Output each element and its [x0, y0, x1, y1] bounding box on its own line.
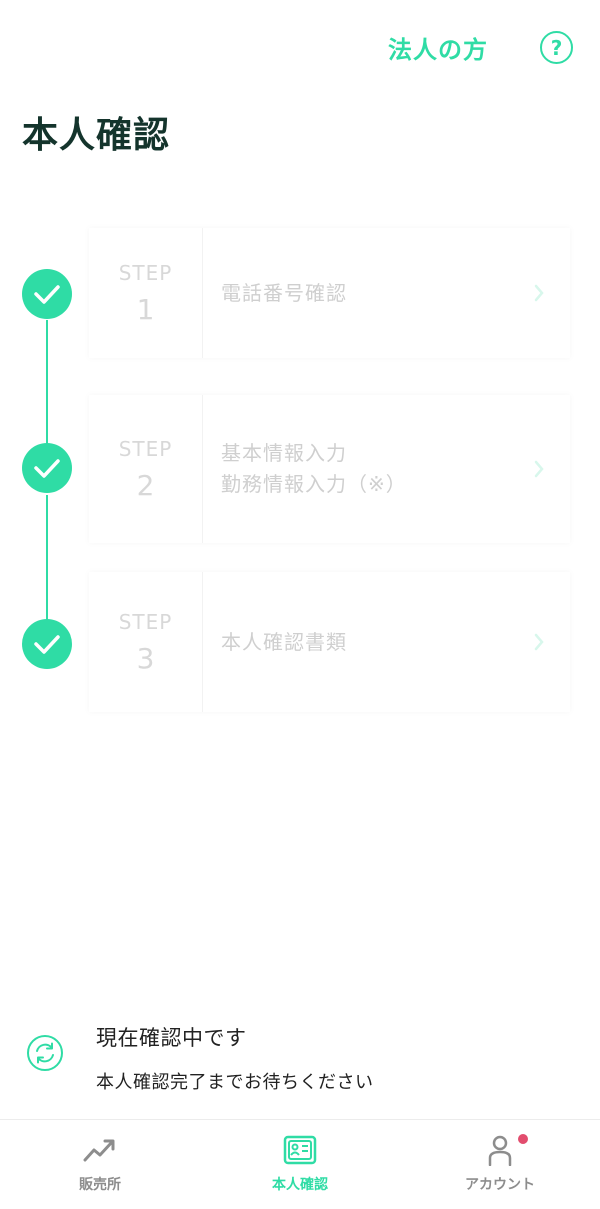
notification-badge — [518, 1134, 528, 1144]
step-1-number-box: STEP 1 — [89, 228, 203, 358]
help-icon: ? — [550, 35, 563, 60]
nav-label-exchange: 販売所 — [79, 1177, 121, 1193]
page-title: 本人確認 — [22, 115, 171, 156]
step-1-check-icon — [22, 269, 72, 319]
status-title: 現在確認中です — [96, 1026, 247, 1050]
step-2-check-icon — [22, 443, 72, 493]
identity-verification-screen: 法人の方 ? 本人確認 STEP 1 電話番号確認 STEP 2 基本情報入力 … — [0, 0, 600, 1209]
chevron-right-icon — [524, 633, 554, 651]
step-2-word: STEP — [118, 436, 173, 461]
step-2-label: 基本情報入力 勤務情報入力（※） — [203, 438, 524, 500]
step-1-label: 電話番号確認 — [203, 278, 524, 309]
person-icon — [488, 1135, 512, 1166]
step-3-number-box: STEP 3 — [89, 572, 203, 712]
nav-label-account: アカウント — [465, 1177, 535, 1193]
nav-item-account[interactable]: アカウント — [400, 1120, 600, 1209]
refresh-icon — [26, 1034, 64, 1072]
chevron-right-icon — [524, 284, 554, 302]
step-3-word: STEP — [118, 609, 173, 634]
step-1-card[interactable]: STEP 1 電話番号確認 — [89, 228, 570, 358]
trend-up-icon — [83, 1139, 115, 1162]
help-button[interactable]: ? — [540, 31, 573, 64]
nav-item-identity[interactable]: 本人確認 — [200, 1120, 400, 1209]
chevron-right-icon — [524, 460, 554, 478]
bottom-navigation: 販売所 本人確認 アカウント — [0, 1119, 600, 1209]
step-1-number: 1 — [136, 292, 155, 326]
step-2-label-line-2: 勤務情報入力（※） — [221, 472, 407, 496]
nav-label-identity: 本人確認 — [272, 1177, 328, 1193]
step-1-word: STEP — [118, 260, 173, 285]
step-3-card[interactable]: STEP 3 本人確認書類 — [89, 572, 570, 712]
step-2-number: 2 — [136, 468, 155, 502]
step-3-number: 3 — [136, 641, 155, 675]
step-2-label-line-1: 基本情報入力 — [221, 441, 347, 465]
nav-item-exchange[interactable]: 販売所 — [0, 1120, 200, 1209]
step-3-label: 本人確認書類 — [203, 627, 524, 658]
status-subtitle: 本人確認完了までお待ちください — [96, 1072, 374, 1093]
step-2-number-box: STEP 2 — [89, 395, 203, 543]
step-3-check-icon — [22, 619, 72, 669]
step-1-label-line: 電話番号確認 — [221, 280, 347, 305]
step-2-card[interactable]: STEP 2 基本情報入力 勤務情報入力（※） — [89, 395, 570, 543]
corporate-user-link[interactable]: 法人の方 — [388, 30, 488, 65]
step-3-label-line: 本人確認書類 — [221, 629, 347, 654]
id-card-icon — [283, 1135, 317, 1165]
